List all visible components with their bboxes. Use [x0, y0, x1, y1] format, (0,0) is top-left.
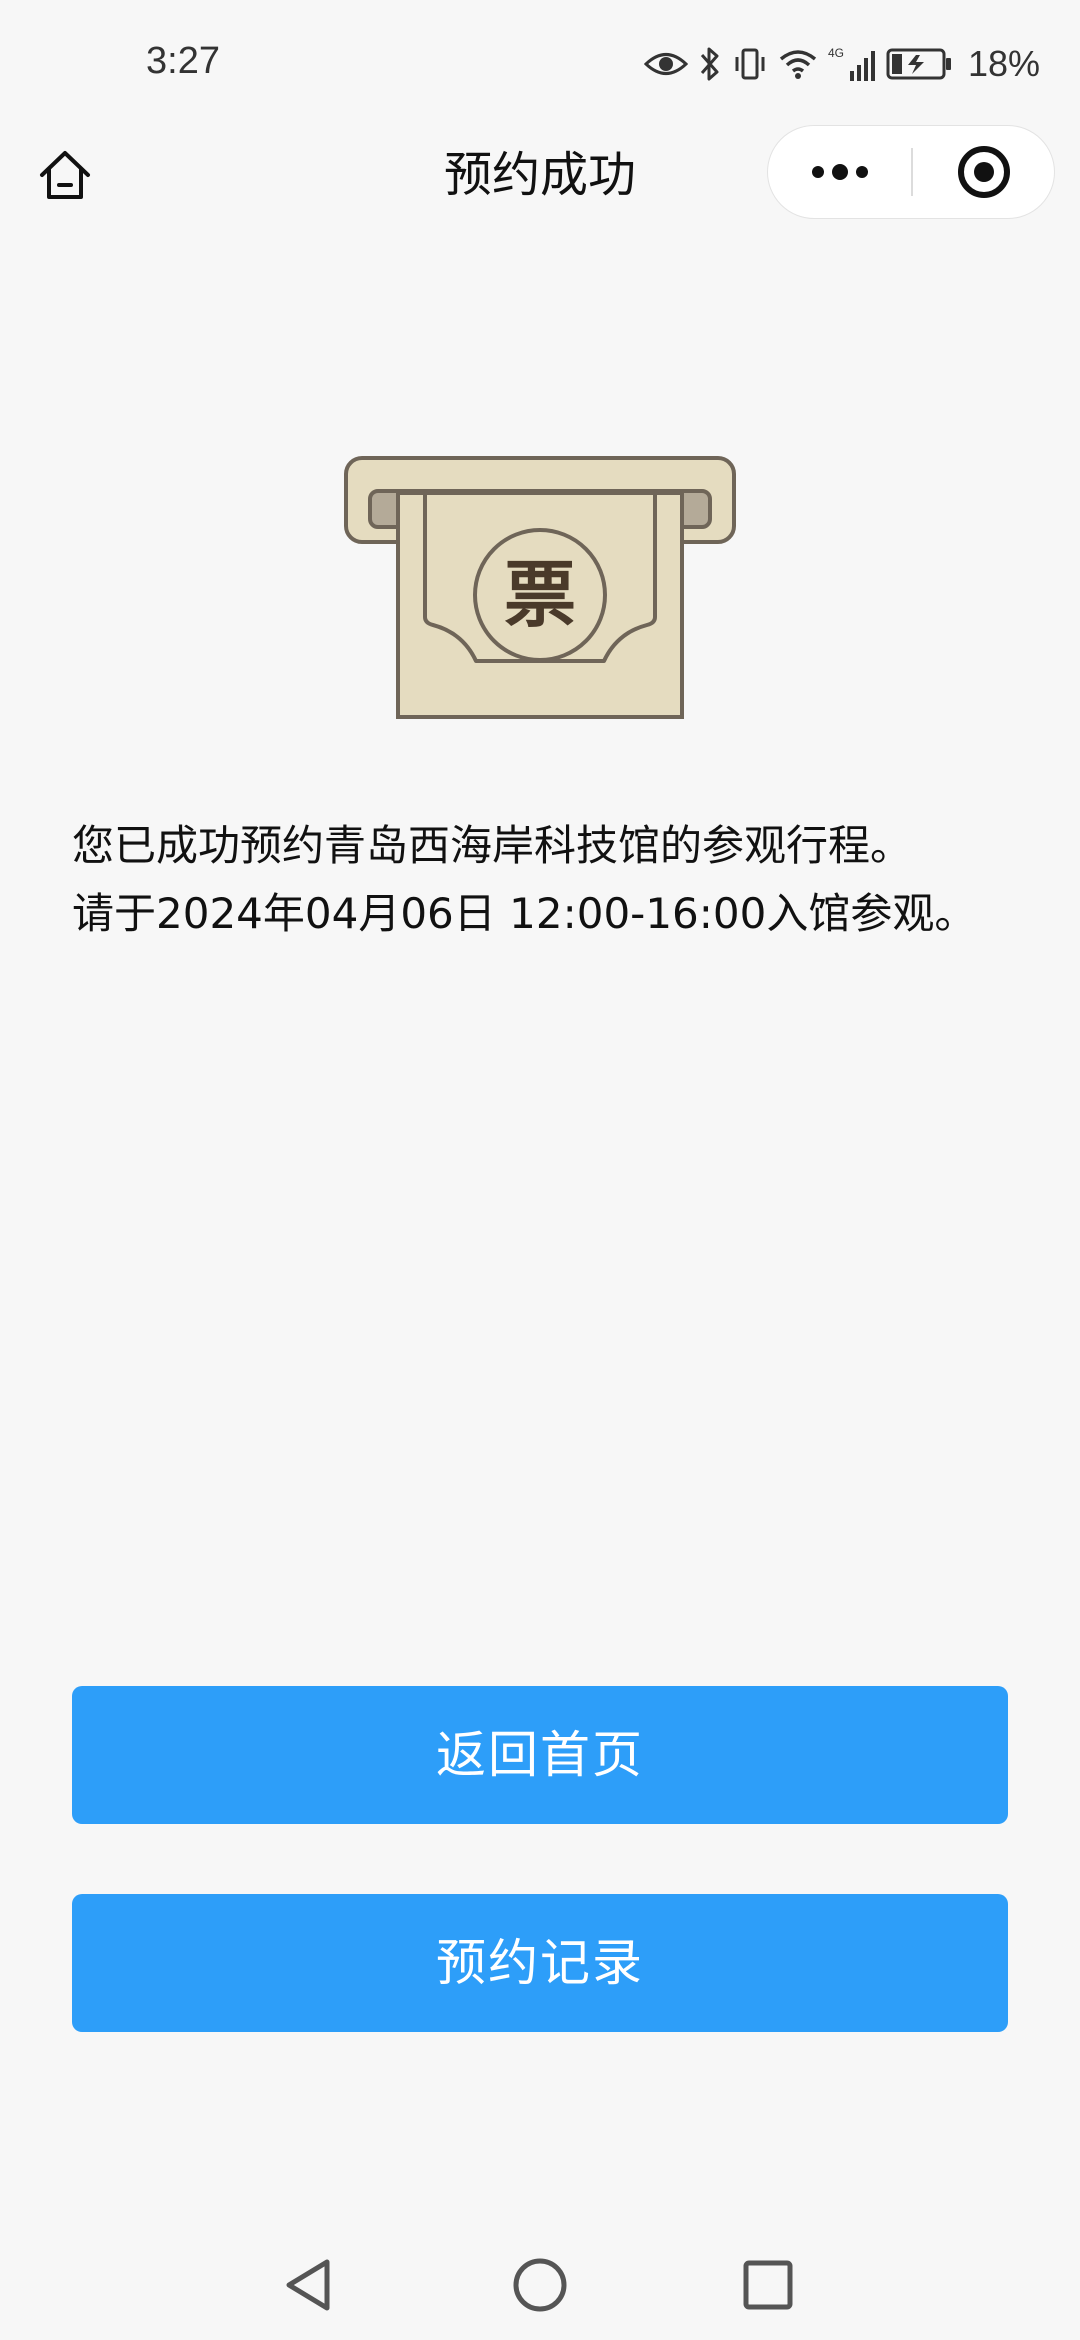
home-circle-icon	[513, 2258, 567, 2312]
status-bar: 3:27 4G 18%	[0, 0, 1080, 130]
system-home-button[interactable]	[505, 2250, 575, 2320]
eye-icon	[643, 49, 688, 79]
battery-icon	[886, 48, 952, 80]
signal-icon: 4G	[828, 45, 876, 83]
success-message: 您已成功预约青岛西海岸科技馆的参观行程。 请于2024年04月06日 12:00…	[72, 812, 1032, 948]
system-back-button[interactable]	[273, 2250, 343, 2320]
back-icon	[286, 2259, 330, 2311]
status-icons: 4G 18%	[643, 40, 1040, 88]
system-recents-button[interactable]	[733, 2250, 803, 2320]
battery-percent: 18%	[967, 43, 1040, 84]
bluetooth-icon	[698, 45, 722, 83]
system-nav-bar	[0, 2230, 1080, 2330]
status-time: 3:27	[146, 40, 220, 82]
message-line-2: 请于2024年04月06日 12:00-16:00入馆参观。	[72, 889, 977, 938]
miniprogram-capsule	[767, 125, 1055, 219]
miniprogram-close-icon	[957, 146, 1010, 198]
booking-records-button[interactable]: 预约记录	[72, 1894, 1008, 2032]
ticket-illustration: 票	[343, 455, 737, 720]
more-button[interactable]	[768, 126, 911, 218]
ticket-seal-text: 票	[503, 552, 576, 637]
network-type-text: 4G	[828, 46, 844, 60]
more-icon	[811, 164, 868, 180]
close-button[interactable]	[913, 126, 1054, 218]
home-button[interactable]	[30, 140, 100, 210]
vibrate-icon	[732, 46, 768, 82]
wifi-icon	[778, 47, 818, 81]
home-icon	[40, 151, 90, 199]
recents-icon	[743, 2260, 793, 2310]
message-line-1: 您已成功预约青岛西海岸科技馆的参观行程。	[72, 821, 913, 870]
return-home-button[interactable]: 返回首页	[72, 1686, 1008, 1824]
